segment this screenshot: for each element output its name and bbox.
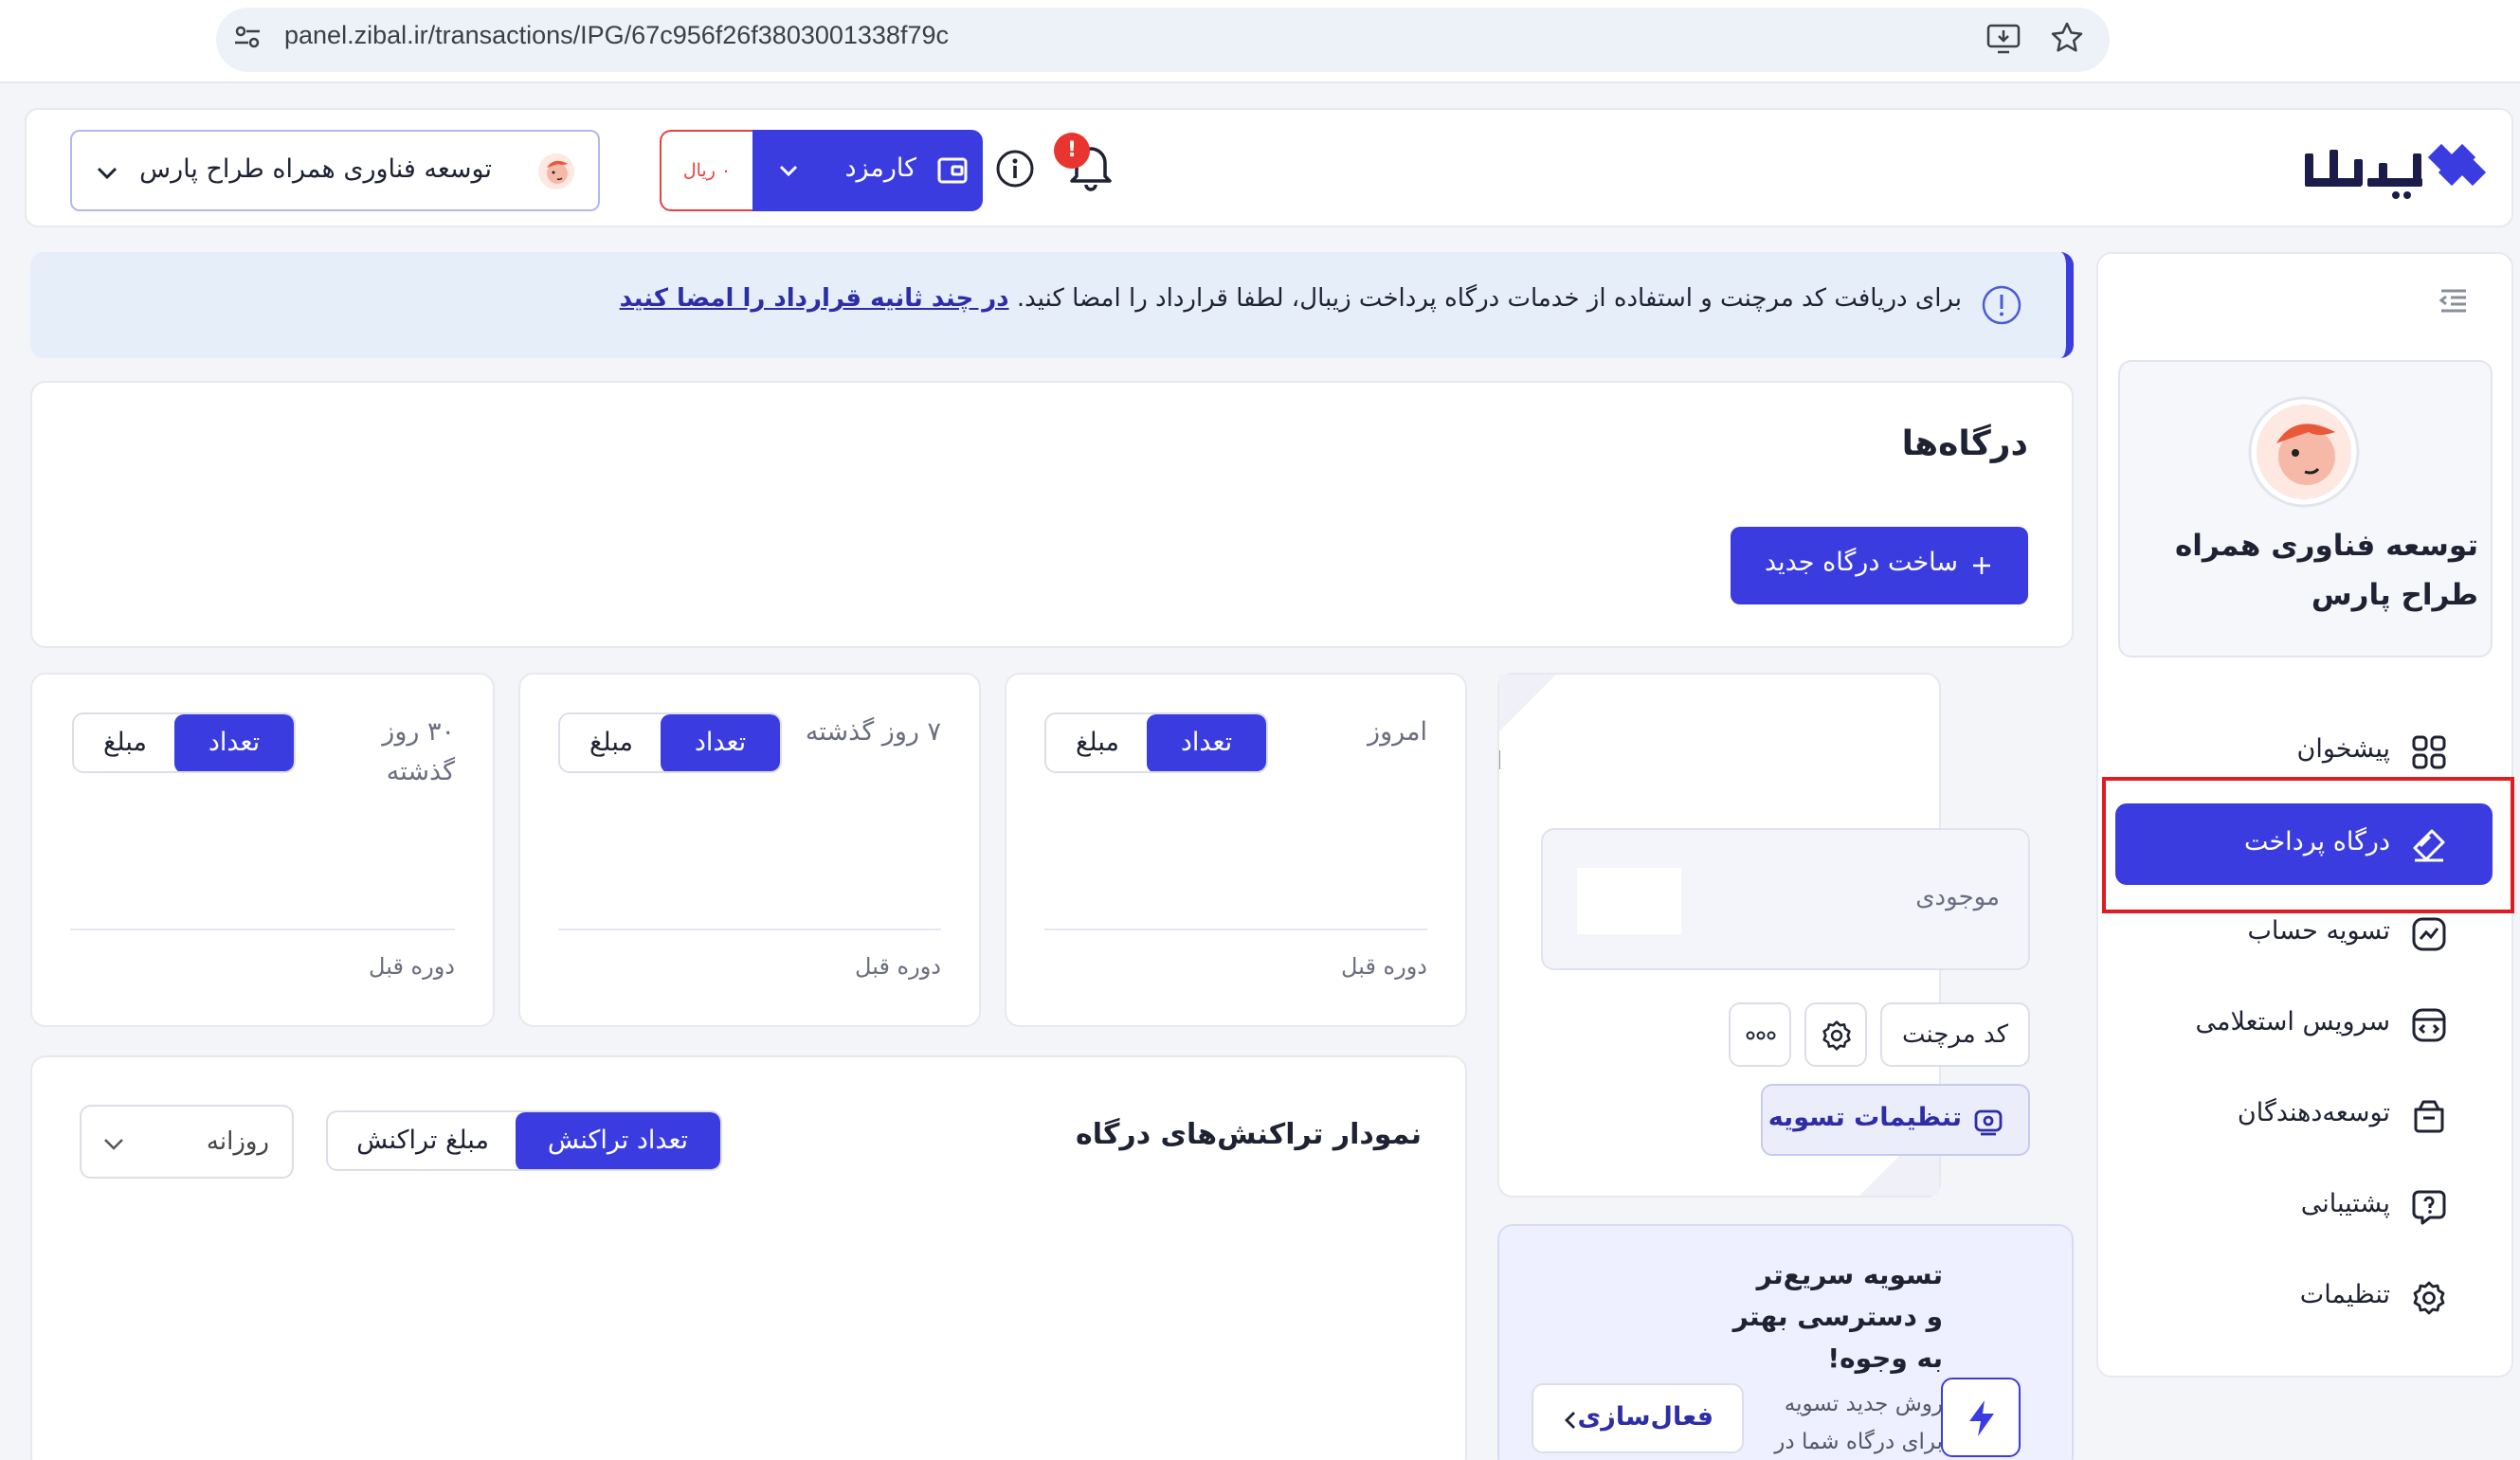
site-settings-icon[interactable] xyxy=(233,23,262,51)
divider xyxy=(558,928,941,930)
gateways-title: درگاه‌ها xyxy=(1901,424,2028,463)
fee-button[interactable]: کارمزد xyxy=(751,130,983,211)
notification-badge: ! xyxy=(1054,133,1090,169)
period-select[interactable]: روزانه xyxy=(80,1105,294,1179)
stat-period-label: ۷ روز گذشته xyxy=(805,717,941,747)
sidebar-item-developers[interactable]: توسعه‌دهندگان xyxy=(2115,1074,2493,1156)
alert-message: برای دریافت کد مرچنت و استفاده از خدمات … xyxy=(620,284,1962,313)
alert-info-icon xyxy=(1982,285,2021,325)
promo-title: تسویه سریع‌تر و دسترسی بهتر به وجوه! xyxy=(1732,1259,1943,1374)
alert-text: برای دریافت کد مرچنت و استفاده از خدمات … xyxy=(1016,284,1962,313)
info-icon[interactable] xyxy=(995,149,1035,189)
gear-icon xyxy=(1822,1020,1851,1051)
contract-alert: برای دریافت کد مرچنت و استفاده از خدمات … xyxy=(30,252,2074,358)
profile-name: توسعه فناوری همراه طراح پارس xyxy=(2174,529,2478,612)
chevron-left-icon xyxy=(1565,1412,1575,1429)
activate-label: فعال‌سازی xyxy=(1577,1402,1713,1432)
metric-toggle: تعداد مبلغ xyxy=(558,712,782,773)
sidebar-item-label: تنظیمات xyxy=(2299,1280,2390,1309)
previous-period-label: دوره قبل xyxy=(369,953,455,980)
gateway-settings-button[interactable] xyxy=(1804,1002,1867,1067)
gear-icon xyxy=(2413,1281,2445,1315)
lightning-badge xyxy=(1941,1378,2021,1457)
collapse-sidebar-icon[interactable] xyxy=(2438,286,2470,315)
period-value: روزانه xyxy=(206,1127,269,1156)
settlement-settings-button[interactable]: تنظیمات تسویه xyxy=(1761,1084,2030,1156)
inquiry-service-icon xyxy=(2412,1008,2446,1042)
sidebar-item-inquiry-service[interactable]: سرویس استعلامی xyxy=(2115,983,2493,1065)
toggle-transaction-count[interactable]: تعداد تراکنش xyxy=(516,1112,720,1169)
balance-box: موجودی xyxy=(1541,828,2030,970)
support-question-icon xyxy=(2412,1190,2446,1225)
divider xyxy=(1044,928,1427,930)
transactions-chart-card: نمودار تراکنش‌های درگاه تعداد تراکنش مبل… xyxy=(30,1055,1467,1460)
sidebar-item-label: توسعه‌دهندگان xyxy=(2237,1098,2390,1127)
fee-label: کارمزد xyxy=(844,153,916,183)
promo-subtitle: روش جدید تسویه برای درگاه شما در xyxy=(1774,1392,1943,1454)
stat-card-7-days: ۷ روز گذشته تعداد مبلغ دوره قبل xyxy=(518,673,981,1027)
stat-card-30-days: ۳۰ روز گذشته تعداد مبلغ دوره قبل xyxy=(30,673,495,1027)
chevron-down-icon xyxy=(779,165,798,177)
toggle-count[interactable]: تعداد xyxy=(174,714,294,771)
sidebar-item-settings[interactable]: تنظیمات xyxy=(2115,1256,2493,1338)
stat-card-today: امروز تعداد مبلغ دوره قبل xyxy=(1005,673,1467,1027)
sidebar-item-label: سرویس استعلامی xyxy=(2195,1007,2390,1036)
balance-label: موجودی xyxy=(1915,883,2000,911)
toggle-amount[interactable]: مبلغ xyxy=(560,714,662,771)
toggle-count[interactable]: تعداد xyxy=(661,714,780,771)
bookmark-star-icon[interactable] xyxy=(2050,21,2084,55)
settlement-chart-icon xyxy=(2412,917,2446,951)
fee-amount: ۰ ریال xyxy=(660,130,752,211)
avatar xyxy=(538,153,574,189)
chevron-down-icon xyxy=(104,1139,123,1150)
settlement-settings-icon xyxy=(1974,1109,2003,1136)
developers-icon xyxy=(2414,1100,2444,1133)
balance-value xyxy=(1577,868,1681,934)
account-name: توسعه فناوری همراه طراح پارس xyxy=(139,154,492,184)
toggle-amount[interactable]: مبلغ xyxy=(74,714,176,771)
sidebar-item-support[interactable]: پشتیبانی xyxy=(2115,1165,2493,1247)
url-text[interactable]: panel.zibal.ir/transactions/IPG/67c956f2… xyxy=(284,21,949,50)
wallet-icon xyxy=(937,157,968,184)
toggle-transaction-amount[interactable]: مبلغ تراکنش xyxy=(328,1112,517,1169)
previous-period-label: دوره قبل xyxy=(855,953,941,980)
toggle-count[interactable]: تعداد xyxy=(1147,714,1266,771)
fast-settlement-promo: تسویه سریع‌تر و دسترسی بهتر به وجوه! روش… xyxy=(1497,1224,2074,1460)
merchant-code-button[interactable]: کد مرچنت xyxy=(1880,1002,2030,1067)
chevron-down-icon xyxy=(97,167,118,180)
toggle-amount[interactable]: مبلغ xyxy=(1046,714,1149,771)
create-gateway-label: ساخت درگاه جدید xyxy=(1764,548,1958,577)
create-gateway-button[interactable]: ساخت درگاه جدید xyxy=(1731,527,2028,604)
chart-title: نمودار تراکنش‌های درگاه xyxy=(1076,1118,1422,1151)
fee-widget: کارمزد ۰ ریال xyxy=(660,130,983,211)
stat-period-label: امروز xyxy=(1368,717,1427,747)
sign-contract-link[interactable]: در چند ثانیه قرارداد را امضا کنید xyxy=(620,284,1009,313)
divider xyxy=(70,928,455,930)
sidebar-item-label: تسویه حساب xyxy=(2247,916,2390,946)
avatar xyxy=(2248,396,2360,508)
activate-button[interactable]: فعال‌سازی xyxy=(1532,1383,1744,1453)
stat-period-label: ۳۰ روز گذشته xyxy=(382,717,455,786)
plus-icon xyxy=(1973,557,1990,574)
zibal-logo-icon xyxy=(2305,143,2487,199)
settlement-settings-label: تنظیمات تسویه xyxy=(1768,1103,1962,1132)
previous-period-label: دوره قبل xyxy=(1341,953,1427,980)
install-app-icon[interactable] xyxy=(1986,23,2021,55)
metric-toggle: تعداد مبلغ xyxy=(1044,712,1268,773)
chart-metric-toggle: تعداد تراکنش مبلغ تراکنش xyxy=(326,1110,722,1171)
more-dots-icon xyxy=(1746,1031,1776,1040)
selection-highlight xyxy=(2102,777,2514,913)
sidebar-item-label: پشتیبانی xyxy=(2300,1189,2390,1218)
lightning-icon xyxy=(1969,1400,1994,1436)
sidebar-item-label: پیشخوان xyxy=(2296,734,2390,764)
metric-toggle: تعداد مبلغ xyxy=(72,712,296,773)
dashboard-grid-icon xyxy=(2412,735,2446,769)
gateways-card: درگاه‌ها ساخت درگاه جدید xyxy=(30,381,2074,648)
more-options-button[interactable] xyxy=(1729,1002,1791,1067)
account-selector[interactable]: توسعه فناوری همراه طراح پارس xyxy=(70,130,600,211)
